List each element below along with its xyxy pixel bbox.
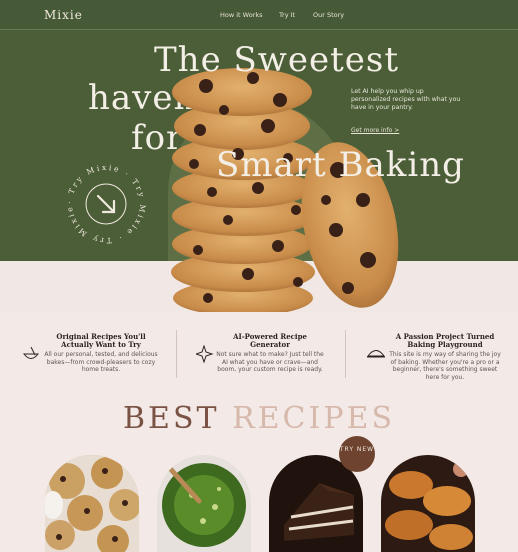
feature-text: Not sure what to make? Just tell the AI … [216, 351, 324, 373]
hero-title-line1: The Sweetest [154, 40, 400, 80]
heading-word-best: BEST [123, 401, 220, 436]
feature-original-recipes: Original Recipes You'll Actually Want to… [22, 333, 162, 383]
arrow-down-right-icon [96, 194, 116, 214]
feature-divider [345, 330, 346, 378]
recipe-image-green-dish [157, 455, 251, 552]
hero-title-line4: Smart Baking [216, 145, 465, 185]
try-mixie-badge[interactable]: · Try Mixie · Try Mixie · Try Mixie [62, 160, 150, 248]
feature-divider [176, 330, 177, 378]
nav-link-how-it-works[interactable]: How it Works [220, 11, 263, 19]
mixing-bowl-icon [22, 346, 40, 359]
heading-word-recipes: RECIPES [232, 401, 395, 436]
recipe-image-empanadas [381, 455, 475, 552]
top-nav: Mixie How it Works Try It Our Story [0, 0, 518, 30]
feature-text: This site is my way of sharing the joy o… [389, 351, 501, 381]
feature-passion-project: A Passion Project Turned Baking Playgrou… [366, 333, 502, 383]
recipe-card-green-curry[interactable] [157, 455, 251, 552]
recipe-card-cookies[interactable] [45, 455, 139, 552]
best-recipes-heading: BEST RECIPES [0, 401, 518, 436]
recipe-card-empanadas[interactable] [381, 455, 475, 552]
feature-title: Original Recipes You'll Actually Want to… [56, 332, 146, 349]
nav-link-our-story[interactable]: Our Story [313, 11, 344, 19]
feature-ai-generator: AI-Powered Recipe Generator Not sure wha… [196, 333, 326, 383]
feature-title: AI-Powered Recipe Generator [233, 332, 307, 349]
cloche-icon [367, 350, 385, 358]
try-new-badge[interactable]: TRY NEW [339, 436, 375, 472]
hero-description: Let AI help you whip up personalized rec… [351, 88, 461, 111]
sparkle-icon [196, 345, 214, 363]
feature-text: All our personal, tested, and delicious … [44, 351, 158, 373]
nav-link-try-it[interactable]: Try It [279, 11, 295, 19]
recipe-image-cookies [45, 455, 139, 552]
feature-title: A Passion Project Turned Baking Playgrou… [395, 332, 495, 349]
get-more-info-link[interactable]: Get more info > [351, 127, 399, 134]
logo[interactable]: Mixie [44, 8, 83, 22]
